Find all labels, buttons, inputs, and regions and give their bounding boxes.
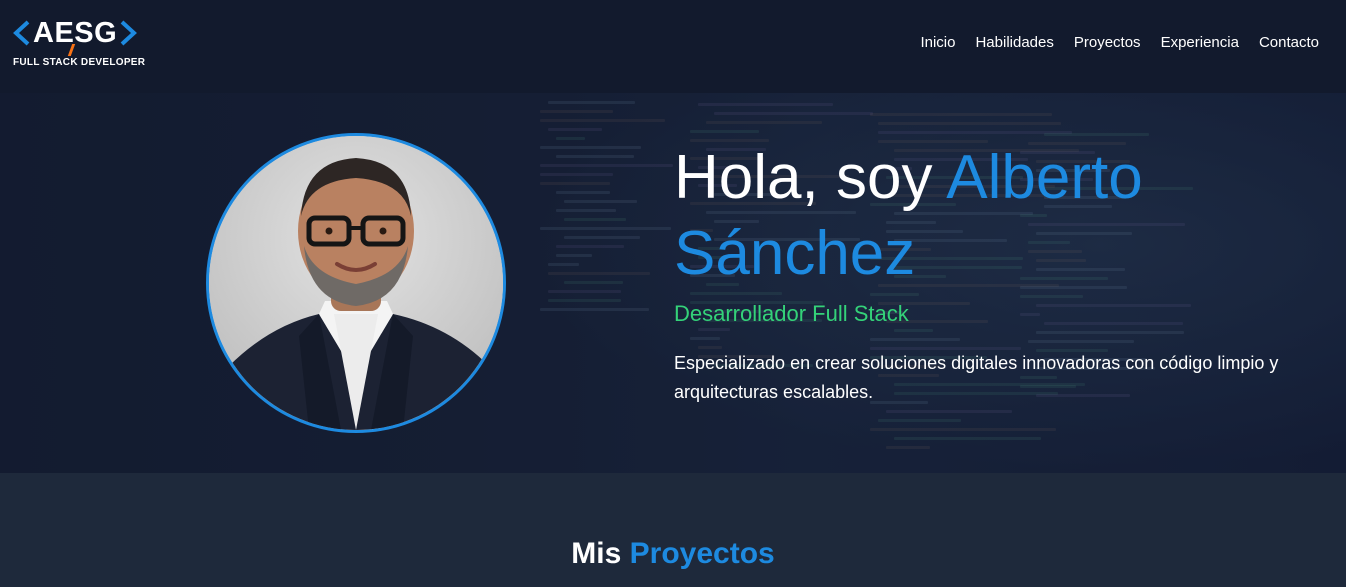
hero-title: Hola, soy Alberto Sánchez [674, 140, 1294, 292]
nav-item-contacto[interactable]: Contacto [1259, 33, 1319, 53]
hero-name-last: Sánchez [674, 219, 916, 288]
nav-item-habilidades[interactable]: Habilidades [975, 33, 1053, 53]
site-logo[interactable]: AESG FULL STACK DEVELOPER [12, 16, 145, 72]
nav-item-inicio[interactable]: Inicio [920, 33, 955, 53]
site-header: AESG FULL STACK DEVELOPER Inicio Habilid… [0, 0, 1346, 93]
projects-section: Mis Proyectos [0, 473, 1346, 587]
chevron-left-icon [13, 20, 30, 46]
profile-photo-icon [209, 136, 503, 430]
main-nav: Inicio Habilidades Proyectos Experiencia… [920, 33, 1319, 53]
hero-name-first: Alberto [946, 143, 1143, 212]
projects-title: Mis Proyectos [0, 537, 1346, 571]
hero-description: Especializado en crear soluciones digita… [674, 353, 1279, 402]
chevron-right-icon [120, 20, 138, 46]
hero-greeting: Hola, soy [674, 143, 947, 212]
hero-section: Hola, soy Alberto Sánchez Desarrollador … [0, 93, 1346, 473]
projects-title-prefix: Mis [571, 537, 630, 570]
avatar [206, 133, 506, 433]
nav-item-proyectos[interactable]: Proyectos [1074, 33, 1141, 53]
projects-title-accent: Proyectos [629, 537, 775, 570]
logo-mark: AESG [12, 16, 138, 50]
hero-role: Desarrollador Full Stack [674, 301, 909, 326]
nav-item-experiencia[interactable]: Experiencia [1161, 33, 1239, 53]
logo-subtitle: FULL STACK DEVELOPER [13, 57, 146, 68]
